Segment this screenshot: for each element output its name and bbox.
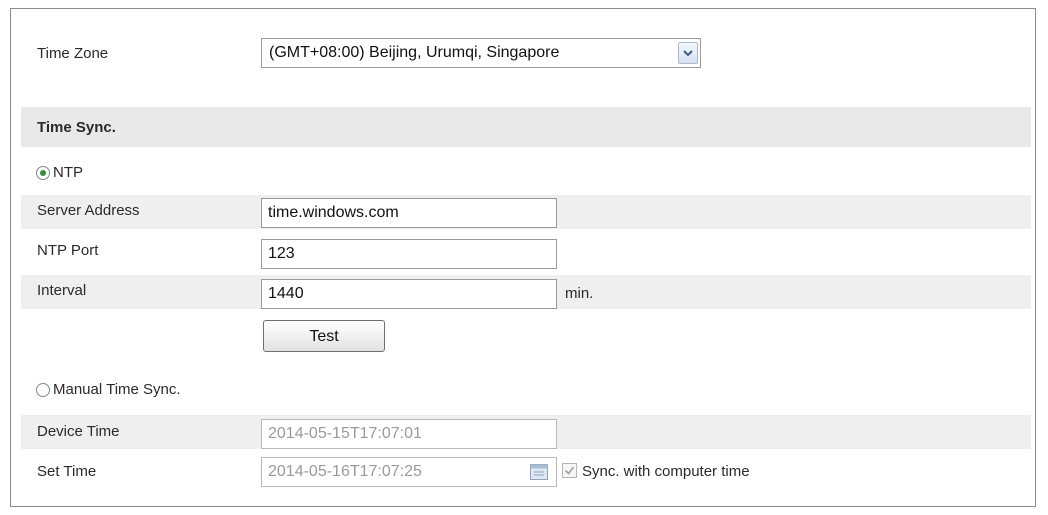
checkmark-icon <box>564 466 575 475</box>
device-time-input <box>261 419 557 449</box>
chevron-down-icon[interactable] <box>678 42 698 64</box>
server-address-input[interactable] <box>261 198 557 228</box>
time-zone-value: (GMT+08:00) Beijing, Urumqi, Singapore <box>269 44 560 61</box>
set-time-label: Set Time <box>37 463 97 480</box>
section-title: Time Sync. <box>37 119 116 136</box>
ntp-radio-label: NTP <box>53 164 83 181</box>
ntp-port-input[interactable] <box>261 239 557 269</box>
interval-unit: min. <box>565 285 594 302</box>
interval-input[interactable] <box>261 279 557 309</box>
calendar-icon[interactable] <box>530 464 548 485</box>
manual-sync-radio[interactable] <box>36 383 50 397</box>
server-address-label: Server Address <box>37 202 140 219</box>
time-zone-select[interactable]: (GMT+08:00) Beijing, Urumqi, Singapore <box>261 38 701 68</box>
ntp-port-label: NTP Port <box>37 242 99 259</box>
sync-with-computer-label: Sync. with computer time <box>582 463 750 480</box>
set-time-input <box>261 457 557 487</box>
time-settings-panel: Time Zone (GMT+08:00) Beijing, Urumqi, S… <box>10 8 1036 507</box>
device-time-label: Device Time <box>37 423 120 440</box>
ntp-radio[interactable] <box>36 166 50 180</box>
interval-label: Interval <box>37 282 87 299</box>
test-button[interactable]: Test <box>263 320 385 352</box>
sync-with-computer-checkbox[interactable] <box>562 463 577 478</box>
manual-sync-radio-label: Manual Time Sync. <box>53 381 181 398</box>
time-zone-label: Time Zone <box>37 45 109 62</box>
radio-selected-dot <box>40 170 46 176</box>
time-sync-section-bar <box>21 107 1031 147</box>
